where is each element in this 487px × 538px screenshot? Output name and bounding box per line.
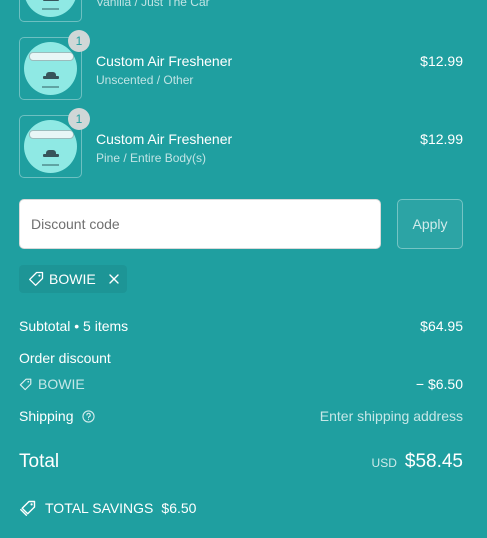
product-image — [24, 42, 77, 95]
product-thumbnail — [19, 0, 82, 22]
subtotal-value: $64.95 — [420, 318, 463, 334]
apply-discount-button[interactable]: Apply — [397, 199, 463, 249]
total-value: $58.45 — [404, 451, 463, 472]
cart-item: Vanilla / Just The Car — [19, 0, 463, 22]
product-image — [24, 0, 77, 17]
cart-item: 1 Custom Air Freshener Pine / Entire Bod… — [19, 108, 463, 178]
savings-label: TOTAL SAVINGS — [45, 500, 154, 516]
total-label: Total — [19, 451, 60, 472]
total-row: Total USD $58.45 — [19, 451, 463, 473]
item-variant: Pine / Entire Body(s) — [96, 151, 207, 165]
item-title: Custom Air Freshener — [96, 131, 233, 147]
shipping-row: Shipping Enter shipping address — [19, 408, 463, 424]
item-variant: Unscented / Other — [96, 73, 194, 87]
item-price: $12.99 — [420, 131, 463, 147]
quantity-badge: 1 — [68, 108, 90, 130]
discount-code-input[interactable] — [19, 199, 381, 249]
tag-icon — [28, 271, 44, 287]
discount-code-label: BOWIE — [38, 376, 85, 392]
shipping-label: Shipping — [19, 408, 74, 424]
currency-code: USD — [371, 456, 397, 470]
order-discount-label: Order discount — [19, 350, 111, 366]
discount-code-row: BOWIE − $6.50 — [19, 376, 463, 394]
total-savings: TOTAL SAVINGS $6.50 — [19, 499, 196, 517]
subtotal-row: Subtotal • 5 items $64.95 — [19, 318, 463, 334]
items-count: • 5 items — [74, 318, 129, 334]
discount-value: − $6.50 — [415, 376, 463, 392]
tag-icon — [19, 378, 32, 391]
item-title: Custom Air Freshener — [96, 53, 233, 69]
cart-item: 1 Custom Air Freshener Unscented / Other… — [19, 30, 463, 100]
savings-tag-icon — [19, 499, 37, 517]
product-image — [24, 120, 77, 173]
quantity-badge: 1 — [68, 30, 90, 52]
savings-value: $6.50 — [161, 500, 197, 516]
item-variant: Vanilla / Just The Car — [96, 0, 210, 9]
applied-discount-tag: BOWIE — [19, 265, 127, 293]
applied-discount-code: BOWIE — [49, 271, 96, 287]
close-icon[interactable] — [108, 274, 119, 284]
subtotal-label: Subtotal — [19, 318, 71, 334]
help-circle-icon[interactable] — [81, 409, 95, 423]
shipping-value: Enter shipping address — [319, 408, 463, 424]
item-price: $12.99 — [420, 53, 463, 69]
order-discount-row: Order discount — [19, 350, 463, 366]
